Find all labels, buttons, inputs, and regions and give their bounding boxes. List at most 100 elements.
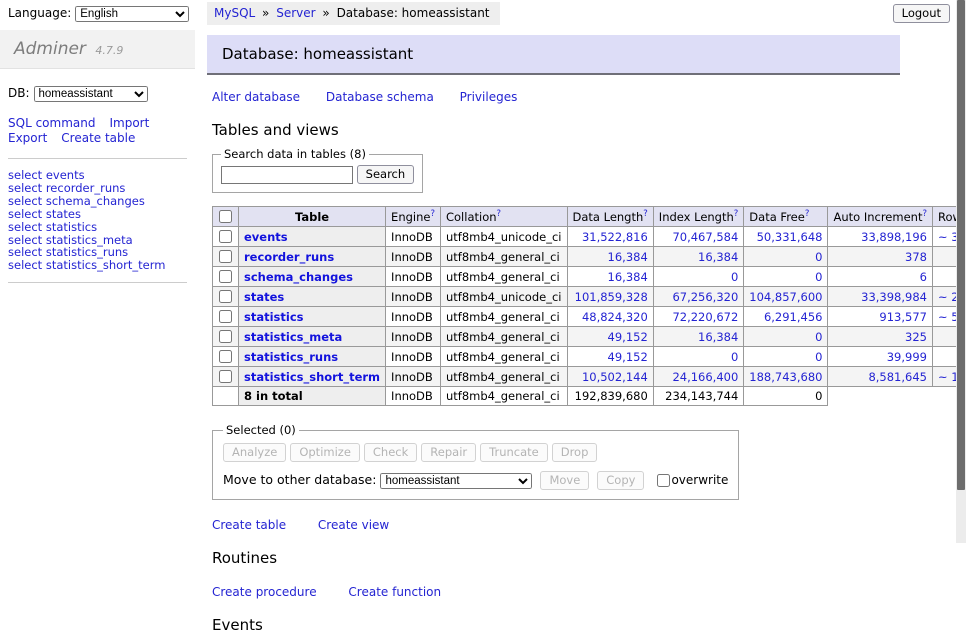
sidebar-table-link[interactable]: select statistics_short_term xyxy=(8,259,187,272)
page-title: Database: homeassistant xyxy=(207,35,900,75)
drop-button[interactable]: Drop xyxy=(552,443,598,462)
column-header: Table xyxy=(239,207,386,227)
logout-button[interactable]: Logout xyxy=(893,4,950,23)
table-name-link[interactable]: statistics xyxy=(244,310,304,324)
data-free-link[interactable]: 0 xyxy=(815,350,822,364)
search-input[interactable] xyxy=(221,166,353,184)
alter-database-link[interactable]: Alter database xyxy=(212,90,300,104)
index-length-link[interactable]: 24,166,400 xyxy=(672,370,738,384)
copy-button[interactable]: Copy xyxy=(597,471,644,490)
db-select[interactable]: homeassistant xyxy=(34,86,148,102)
auto-increment-link[interactable]: 8,581,645 xyxy=(868,370,927,384)
table-name-link[interactable]: events xyxy=(244,230,288,244)
breadcrumb-separator: » xyxy=(262,6,269,20)
data-length-link[interactable]: 48,824,320 xyxy=(582,310,648,324)
row-checkbox[interactable] xyxy=(219,290,232,303)
search-button[interactable]: Search xyxy=(357,165,415,184)
table-name-link[interactable]: recorder_runs xyxy=(244,250,334,264)
breadcrumb-mysql-link[interactable]: MySQL xyxy=(214,6,255,20)
help-link[interactable]: ? xyxy=(734,209,739,219)
help-link[interactable]: ? xyxy=(497,209,502,219)
collation-cell: utf8mb4_unicode_ci xyxy=(440,227,567,247)
data-free-link[interactable]: 0 xyxy=(815,250,822,264)
table-name-link[interactable]: statistics_short_term xyxy=(244,370,380,384)
auto-increment-link[interactable]: 33,898,196 xyxy=(861,230,927,244)
sidebar-link-import[interactable]: Import xyxy=(109,116,149,130)
sidebar-table-link[interactable]: select schema_changes xyxy=(8,195,187,208)
optimize-button[interactable]: Optimize xyxy=(290,443,360,462)
data-length-link[interactable]: 16,384 xyxy=(608,270,648,284)
row-checkbox[interactable] xyxy=(219,370,232,383)
auto-increment-link[interactable]: 39,999 xyxy=(887,350,927,364)
row-checkbox[interactable] xyxy=(219,270,232,283)
collation-cell: utf8mb4_general_ci xyxy=(440,247,567,267)
data-free-link[interactable]: 50,331,648 xyxy=(757,230,823,244)
sidebar-table-link[interactable]: select events xyxy=(8,169,187,182)
move-db-select[interactable]: homeassistant xyxy=(380,473,532,489)
row-checkbox[interactable] xyxy=(219,350,232,363)
create-procedure-link[interactable]: Create procedure xyxy=(212,585,317,599)
data-length-link[interactable]: 10,502,144 xyxy=(582,370,648,384)
help-link[interactable]: ? xyxy=(643,209,648,219)
row-checkbox[interactable] xyxy=(219,330,232,343)
repair-button[interactable]: Repair xyxy=(421,443,476,462)
data-length-link[interactable]: 16,384 xyxy=(608,250,648,264)
index-length-link[interactable]: 0 xyxy=(731,270,738,284)
total-data-length: 192,839,680 xyxy=(567,387,653,406)
data-free-link[interactable]: 104,857,600 xyxy=(749,290,822,304)
row-checkbox[interactable] xyxy=(219,230,232,243)
create-view-link[interactable]: Create view xyxy=(318,518,389,532)
auto-increment-link[interactable]: 6 xyxy=(920,270,927,284)
index-length-link[interactable]: 67,256,320 xyxy=(672,290,738,304)
privileges-link[interactable]: Privileges xyxy=(460,90,518,104)
auto-increment-link[interactable]: 33,398,984 xyxy=(861,290,927,304)
auto-increment-link[interactable]: 913,577 xyxy=(879,310,927,324)
data-free-link[interactable]: 0 xyxy=(815,270,822,284)
scrollbar-thumb[interactable] xyxy=(957,0,965,490)
check-button[interactable]: Check xyxy=(364,443,417,462)
language-select[interactable]: English xyxy=(75,6,189,22)
data-free-link[interactable]: 6,291,456 xyxy=(764,310,823,324)
table-name-link[interactable]: statistics_meta xyxy=(244,330,342,344)
index-length-link[interactable]: 0 xyxy=(731,350,738,364)
row-checkbox[interactable] xyxy=(219,310,232,323)
index-length-link[interactable]: 72,220,672 xyxy=(672,310,738,324)
help-link[interactable]: ? xyxy=(805,209,810,219)
data-length-link[interactable]: 49,152 xyxy=(608,350,648,364)
create-function-link[interactable]: Create function xyxy=(348,585,441,599)
table-name-link[interactable]: statistics_runs xyxy=(244,350,338,364)
sidebar-table-link[interactable]: select recorder_runs xyxy=(8,182,187,195)
truncate-button[interactable]: Truncate xyxy=(480,443,548,462)
search-legend: Search data in tables (8) xyxy=(221,147,369,161)
table-name-link[interactable]: states xyxy=(244,290,284,304)
auto-increment-link[interactable]: 325 xyxy=(905,330,927,344)
breadcrumb-server-link[interactable]: Server xyxy=(276,6,315,20)
create-table-link[interactable]: Create table xyxy=(212,518,286,532)
sidebar-link-sql-command[interactable]: SQL command xyxy=(8,116,95,130)
sidebar-table-link[interactable]: select states xyxy=(8,208,187,221)
sidebar-link-create-table[interactable]: Create table xyxy=(61,131,135,145)
engine-cell: InnoDB xyxy=(386,287,441,307)
database-schema-link[interactable]: Database schema xyxy=(326,90,434,104)
vertical-scrollbar[interactable] xyxy=(956,0,966,543)
data-length-link[interactable]: 49,152 xyxy=(608,330,648,344)
auto-increment-link[interactable]: 378 xyxy=(905,250,927,264)
data-free-link[interactable]: 188,743,680 xyxy=(749,370,822,384)
help-link[interactable]: ? xyxy=(430,209,435,219)
tables-heading: Tables and views xyxy=(212,121,900,139)
row-checkbox[interactable] xyxy=(219,250,232,263)
sidebar-link-export[interactable]: Export xyxy=(8,131,47,145)
data-free-link[interactable]: 0 xyxy=(815,330,822,344)
index-length-link[interactable]: 70,467,584 xyxy=(672,230,738,244)
overwrite-checkbox[interactable] xyxy=(657,474,670,487)
table-name-link[interactable]: schema_changes xyxy=(244,270,353,284)
index-length-link[interactable]: 16,384 xyxy=(698,250,738,264)
analyze-button[interactable]: Analyze xyxy=(223,443,286,462)
data-length-link[interactable]: 31,522,816 xyxy=(582,230,648,244)
select-all-checkbox[interactable] xyxy=(219,210,232,223)
move-button[interactable]: Move xyxy=(540,471,589,490)
data-length-link[interactable]: 101,859,328 xyxy=(575,290,648,304)
help-link[interactable]: ? xyxy=(922,209,927,219)
sidebar-table-link[interactable]: select statistics xyxy=(8,221,187,234)
index-length-link[interactable]: 16,384 xyxy=(698,330,738,344)
